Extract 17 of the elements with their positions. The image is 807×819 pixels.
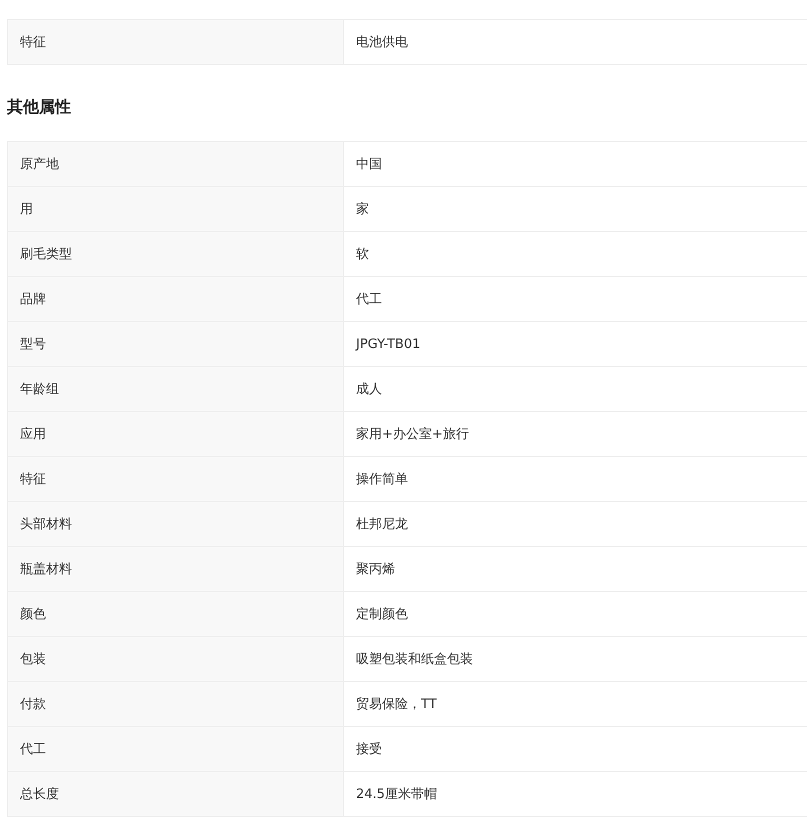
attribute-name-cell: 品牌	[8, 277, 344, 321]
attribute-name-cell: 包装	[8, 637, 344, 681]
attribute-name-cell: 瓶盖材料	[8, 547, 344, 591]
attribute-name-cell: 原产地	[8, 142, 344, 186]
attribute-name-cell: 应用	[8, 412, 344, 456]
attribute-name-cell: 型号	[8, 322, 344, 366]
attribute-name-cell: 头部材料	[8, 502, 344, 546]
attribute-name-cell: 总长度	[8, 772, 344, 816]
attribute-name-cell: 刷毛类型	[8, 232, 344, 276]
attribute-name-cell: 付款	[8, 682, 344, 726]
attribute-name-cell: 年龄组	[8, 367, 344, 411]
attribute-name-cell: 特征	[8, 20, 344, 64]
attribute-name-cell: 用	[8, 187, 344, 231]
section-title: 其他属性	[7, 96, 72, 118]
attribute-name-cell: 颜色	[8, 592, 344, 636]
attribute-name-cell: 代工	[8, 727, 344, 771]
attribute-name-cell: 特征	[8, 457, 344, 501]
